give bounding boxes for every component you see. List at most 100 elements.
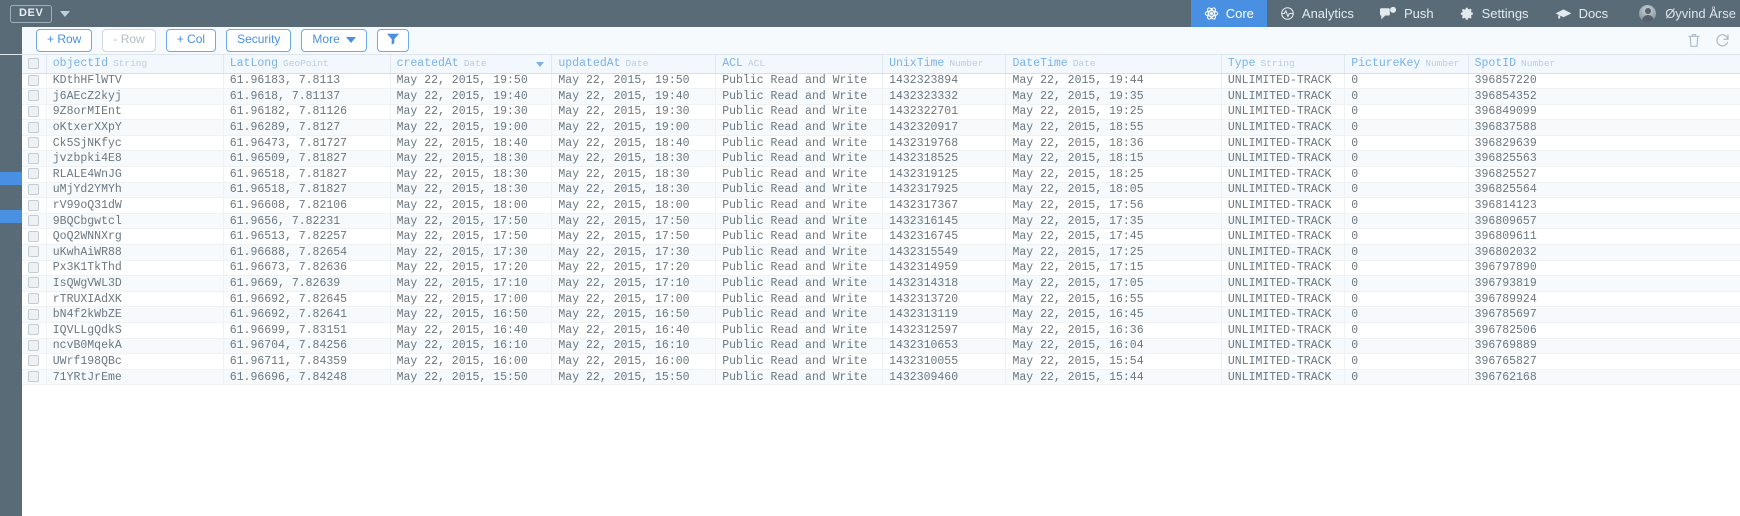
- cell-spotid[interactable]: 396854352: [1468, 88, 1740, 105]
- row-checkbox[interactable]: [28, 137, 39, 149]
- cell-acl[interactable]: Public Read and Write: [715, 369, 884, 386]
- cell-acl[interactable]: Public Read and Write: [715, 322, 884, 339]
- cell-picturekey[interactable]: 0: [1344, 228, 1469, 246]
- row-checkbox[interactable]: [28, 324, 39, 336]
- cell-updatedat[interactable]: May 22, 2015, 15:50: [551, 369, 717, 386]
- column-header-spotid[interactable]: SpotID Number: [1468, 55, 1740, 74]
- cell-type[interactable]: UNLIMITED-TRACK: [1221, 260, 1346, 277]
- cell-unixtime[interactable]: 1432317925: [882, 182, 1007, 199]
- row-checkbox[interactable]: [28, 183, 39, 195]
- row-checkbox[interactable]: [28, 215, 39, 227]
- cell-createdat[interactable]: May 22, 2015, 19:50: [390, 73, 553, 90]
- select-all-checkbox[interactable]: [28, 57, 39, 69]
- row-checkbox[interactable]: [28, 339, 39, 351]
- cell-type[interactable]: UNLIMITED-TRACK: [1221, 213, 1346, 230]
- cell-spotid[interactable]: 396789924: [1468, 291, 1740, 308]
- tab-analytics[interactable]: Analytics: [1267, 0, 1367, 27]
- cell-unixtime[interactable]: 1432309460: [882, 369, 1007, 386]
- cell-updatedat[interactable]: May 22, 2015, 19:30: [551, 104, 717, 121]
- tab-push[interactable]: Push: [1367, 0, 1447, 27]
- cell-spotid[interactable]: 396809611: [1468, 228, 1740, 246]
- cell-type[interactable]: UNLIMITED-TRACK: [1221, 197, 1346, 214]
- cell-createdat[interactable]: May 22, 2015, 15:50: [390, 369, 553, 386]
- cell-acl[interactable]: Public Read and Write: [715, 244, 884, 261]
- cell-objectid[interactable]: j6AEcZ2kyj: [46, 88, 224, 105]
- cell-updatedat[interactable]: May 22, 2015, 19:00: [551, 119, 717, 136]
- cell-picturekey[interactable]: 0: [1344, 150, 1469, 168]
- cell-latlong[interactable]: 61.9669, 7.82639: [223, 275, 391, 292]
- cell-updatedat[interactable]: May 22, 2015, 16:00: [551, 353, 717, 370]
- cell-datetime[interactable]: May 22, 2015, 18:15: [1005, 150, 1222, 168]
- cell-objectid[interactable]: UWrf198QBc: [46, 353, 224, 370]
- cell-picturekey[interactable]: 0: [1344, 260, 1469, 277]
- cell-updatedat[interactable]: May 22, 2015, 18:30: [551, 166, 717, 183]
- cell-spotid[interactable]: 396762168: [1468, 369, 1740, 386]
- cell-createdat[interactable]: May 22, 2015, 18:00: [390, 197, 553, 214]
- tab-docs[interactable]: Docs: [1542, 0, 1622, 27]
- cell-acl[interactable]: Public Read and Write: [715, 104, 884, 121]
- table-row[interactable]: oKtxerXXpY 61.96289, 7.8127 May 22, 2015, …: [22, 119, 1740, 136]
- security-button[interactable]: Security: [226, 29, 292, 52]
- cell-type[interactable]: UNLIMITED-TRACK: [1221, 369, 1346, 386]
- row-checkbox[interactable]: [28, 168, 39, 180]
- cell-picturekey[interactable]: 0: [1344, 104, 1469, 121]
- cell-spotid[interactable]: 396802032: [1468, 244, 1740, 261]
- cell-updatedat[interactable]: May 22, 2015, 17:50: [551, 213, 717, 230]
- cell-picturekey[interactable]: 0: [1344, 369, 1469, 386]
- column-header-datetime[interactable]: DateTime Date: [1005, 55, 1222, 74]
- cell-unixtime[interactable]: 1432313720: [882, 291, 1007, 308]
- column-header-picturekey[interactable]: PictureKey Number: [1344, 55, 1469, 74]
- cell-spotid[interactable]: 396809657: [1468, 213, 1740, 230]
- table-row[interactable]: QoQ2WNNXrg 61.96513, 7.82257 May 22, 2015,…: [22, 228, 1740, 246]
- table-row[interactable]: Ck5SjNKfyc 61.96473, 7.81727 May 22, 2015,…: [22, 135, 1740, 152]
- cell-objectid[interactable]: Ck5SjNKfyc: [46, 135, 224, 152]
- cell-type[interactable]: UNLIMITED-TRACK: [1221, 322, 1346, 339]
- cell-unixtime[interactable]: 1432318525: [882, 150, 1007, 168]
- cell-objectid[interactable]: QoQ2WNNXrg: [46, 228, 224, 246]
- cell-unixtime[interactable]: 1432310653: [882, 338, 1007, 355]
- table-row[interactable]: uMjYd2YMYh 61.96518, 7.81827 May 22, 2015,…: [22, 182, 1740, 199]
- tab-core[interactable]: Core: [1190, 0, 1267, 27]
- cell-unixtime[interactable]: 1432319125: [882, 166, 1007, 183]
- table-row[interactable]: j6AEcZ2kyj 61.9618, 7.81137 May 22, 2015, …: [22, 88, 1740, 105]
- remove-row-button[interactable]: - Row: [102, 29, 156, 52]
- cell-picturekey[interactable]: 0: [1344, 197, 1469, 214]
- cell-picturekey[interactable]: 0: [1344, 73, 1469, 90]
- cell-createdat[interactable]: May 22, 2015, 19:30: [390, 104, 553, 121]
- table-row[interactable]: UWrf198QBc 61.96711, 7.84359 May 22, 2015,…: [22, 353, 1740, 370]
- trash-icon[interactable]: [1687, 33, 1701, 48]
- cell-datetime[interactable]: May 22, 2015, 19:44: [1005, 73, 1222, 90]
- cell-picturekey[interactable]: 0: [1344, 306, 1469, 323]
- cell-createdat[interactable]: May 22, 2015, 17:50: [390, 228, 553, 246]
- cell-createdat[interactable]: May 22, 2015, 18:30: [390, 182, 553, 199]
- column-header-acl[interactable]: ACL ACL: [715, 55, 884, 74]
- cell-updatedat[interactable]: May 22, 2015, 17:00: [551, 291, 717, 308]
- cell-datetime[interactable]: May 22, 2015, 16:55: [1005, 291, 1222, 308]
- more-button[interactable]: More: [301, 29, 367, 52]
- cell-acl[interactable]: Public Read and Write: [715, 228, 884, 246]
- cell-spotid[interactable]: 396825563: [1468, 150, 1740, 168]
- cell-type[interactable]: UNLIMITED-TRACK: [1221, 275, 1346, 292]
- table-row[interactable]: 9BQCbgwtcl 61.9656, 7.82231 May 22, 2015, …: [22, 213, 1740, 230]
- cell-createdat[interactable]: May 22, 2015, 19:00: [390, 119, 553, 136]
- column-header-objectid[interactable]: objectId String: [46, 55, 224, 74]
- cell-spotid[interactable]: 396782506: [1468, 322, 1740, 339]
- cell-updatedat[interactable]: May 22, 2015, 16:50: [551, 306, 717, 323]
- cell-objectid[interactable]: 9Z8orMIEnt: [46, 104, 224, 121]
- cell-updatedat[interactable]: May 22, 2015, 17:30: [551, 244, 717, 261]
- cell-acl[interactable]: Public Read and Write: [715, 166, 884, 183]
- cell-acl[interactable]: Public Read and Write: [715, 182, 884, 199]
- cell-type[interactable]: UNLIMITED-TRACK: [1221, 353, 1346, 370]
- row-checkbox[interactable]: [28, 293, 39, 305]
- cell-unixtime[interactable]: 1432314318: [882, 275, 1007, 292]
- cell-latlong[interactable]: 61.96692, 7.82641: [223, 306, 391, 323]
- cell-latlong[interactable]: 61.96183, 7.8113: [223, 73, 391, 90]
- table-row[interactable]: ncvB0MqekA 61.96704, 7.84256 May 22, 2015,…: [22, 338, 1740, 355]
- sidebar-rail-notch-2[interactable]: [0, 210, 22, 223]
- cell-objectid[interactable]: RLALE4WnJG: [46, 166, 224, 183]
- row-checkbox[interactable]: [28, 121, 39, 133]
- cell-type[interactable]: UNLIMITED-TRACK: [1221, 228, 1346, 246]
- cell-picturekey[interactable]: 0: [1344, 322, 1469, 339]
- cell-objectid[interactable]: ncvB0MqekA: [46, 338, 224, 355]
- cell-latlong[interactable]: 61.96182, 7.81126: [223, 104, 391, 121]
